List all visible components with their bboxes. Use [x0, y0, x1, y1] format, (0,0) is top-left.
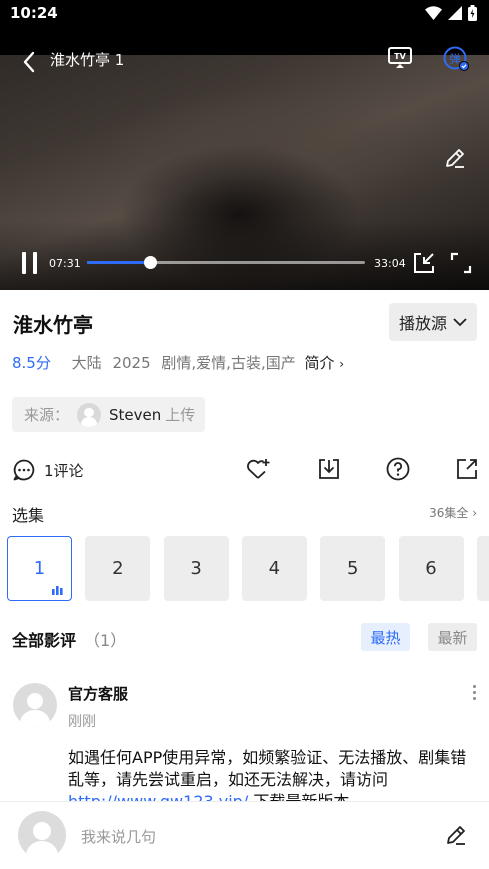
- help-icon[interactable]: [385, 456, 411, 482]
- back-icon[interactable]: [18, 50, 42, 74]
- episode-item[interactable]: 3: [163, 536, 229, 601]
- comment-author[interactable]: 官方客服: [68, 683, 128, 704]
- video-title: 淮水竹亭 1: [50, 51, 125, 69]
- episode-item[interactable]: 5: [320, 536, 386, 601]
- reviews-header: 全部影评 （1） 最热 最新: [12, 623, 477, 651]
- episode-item-partial[interactable]: [476, 536, 489, 601]
- more-icon[interactable]: [470, 685, 478, 703]
- comment-text: 如遇任何APP使用异常，如频繁验证、无法播放、剧集错乱等，请先尝试重启，如还无法…: [68, 747, 478, 801]
- player-top-bar: 淮水竹亭 1 TV 弹: [0, 40, 489, 80]
- chevron-right-icon: ›: [472, 506, 477, 520]
- seek-bar-thumb[interactable]: [143, 256, 157, 269]
- intro-link[interactable]: 简介 ›: [305, 354, 345, 372]
- pip-icon[interactable]: [413, 252, 435, 274]
- tab-new[interactable]: 最新: [428, 623, 477, 651]
- current-time: 07:31: [49, 257, 81, 270]
- total-time: 33:04: [374, 257, 406, 270]
- reviews-title-label: 全部影评: [12, 631, 77, 650]
- episode-label: 5: [346, 558, 359, 579]
- show-year: 2025: [112, 354, 151, 372]
- show-meta: 8.5分 大陆 2025 剧情,爱情,古装,国产 简介 ›: [12, 352, 344, 373]
- svg-text:TV: TV: [394, 52, 406, 61]
- share-icon[interactable]: [454, 456, 480, 482]
- comments-button[interactable]: 1评论: [12, 458, 84, 482]
- episode-label: 6: [425, 558, 437, 579]
- episode-list[interactable]: 1 2 3 4 5 6: [7, 536, 489, 601]
- episode-item[interactable]: 1: [7, 536, 72, 601]
- download-icon[interactable]: [316, 456, 342, 482]
- comment-count: 1评论: [44, 461, 84, 480]
- fullscreen-icon[interactable]: [450, 252, 472, 274]
- episode-label: 3: [190, 558, 202, 579]
- episodes-all-link[interactable]: 36集全 ›: [429, 504, 477, 521]
- show-region: 大陆: [71, 354, 102, 372]
- comment-input-bar: 我来说几句: [0, 801, 489, 869]
- signal-icon: [448, 6, 462, 20]
- uploader-avatar: [77, 402, 102, 427]
- episodes-label: 选集: [12, 506, 45, 525]
- uploader-suffix: 上传: [165, 406, 196, 424]
- episode-item[interactable]: 4: [241, 536, 307, 601]
- comment-link[interactable]: http://www.gw123.vip/: [68, 792, 248, 801]
- pause-icon[interactable]: [20, 252, 40, 274]
- svg-text:弹: 弹: [450, 52, 461, 66]
- show-title: 淮水竹亭: [13, 313, 93, 337]
- show-score: 8.5分: [12, 354, 51, 372]
- source-button[interactable]: 播放源: [389, 303, 477, 341]
- reviews-count: （1）: [84, 631, 127, 650]
- now-playing-icon: [52, 586, 63, 595]
- chevron-right-icon: ›: [339, 357, 345, 371]
- tv-cast-icon[interactable]: TV: [387, 46, 413, 70]
- uploader-prefix: 来源：: [24, 406, 70, 424]
- uploader-chip[interactable]: 来源： Steven 上传: [12, 397, 205, 432]
- episode-item[interactable]: 2: [85, 536, 151, 601]
- reviews-title: 全部影评 （1）: [12, 627, 126, 651]
- comment-text-body: 如遇任何APP使用异常，如频繁验证、无法播放、剧集错乱等，请先尝试重启，如还无法…: [68, 748, 467, 789]
- episode-item[interactable]: 6: [398, 536, 464, 601]
- status-icons: [425, 5, 477, 21]
- danmu-icon[interactable]: 弹: [442, 45, 470, 73]
- episode-label: 4: [268, 558, 281, 579]
- seek-bar-fill: [87, 261, 150, 264]
- show-genres: 剧情,爱情,古装,国产: [161, 354, 296, 372]
- episode-label: 1: [33, 558, 46, 579]
- chevron-down-icon: [453, 318, 467, 327]
- comment-avatar[interactable]: [13, 683, 57, 727]
- player-controls: 07:31 33:04: [0, 246, 489, 280]
- tab-hot[interactable]: 最热: [361, 623, 410, 651]
- comment-time: 刚刚: [68, 714, 96, 730]
- source-button-label: 播放源: [398, 314, 447, 333]
- action-row: 1评论: [0, 452, 489, 486]
- favorite-add-icon[interactable]: [245, 456, 271, 482]
- comment-text-tail: 下载最新版本。: [253, 792, 365, 801]
- wifi-icon: [425, 6, 442, 20]
- uploader-name: Steven: [109, 405, 162, 424]
- status-time: 10:24: [10, 4, 58, 22]
- comment-input[interactable]: 我来说几句: [81, 826, 156, 847]
- episode-label: 2: [112, 558, 124, 579]
- comment-icon: [13, 459, 35, 481]
- status-bar: 10:24: [0, 0, 489, 26]
- edit-danmu-icon[interactable]: [443, 146, 467, 170]
- battery-icon: [468, 5, 477, 21]
- video-player[interactable]: 10:24 淮水竹亭 1 TV 弹 07:31 33:04: [0, 0, 489, 290]
- pencil-icon[interactable]: [444, 823, 468, 847]
- intro-link-label: 简介: [304, 354, 335, 372]
- episodes-header: 选集 36集全 ›: [12, 501, 477, 525]
- seek-bar[interactable]: [87, 256, 365, 269]
- user-avatar: [18, 811, 66, 859]
- comment-item: 官方客服 刚刚 如遇任何APP使用异常，如频繁验证、无法播放、剧集错乱等，请先尝…: [0, 681, 489, 801]
- episodes-all-label: 36集全: [429, 506, 469, 520]
